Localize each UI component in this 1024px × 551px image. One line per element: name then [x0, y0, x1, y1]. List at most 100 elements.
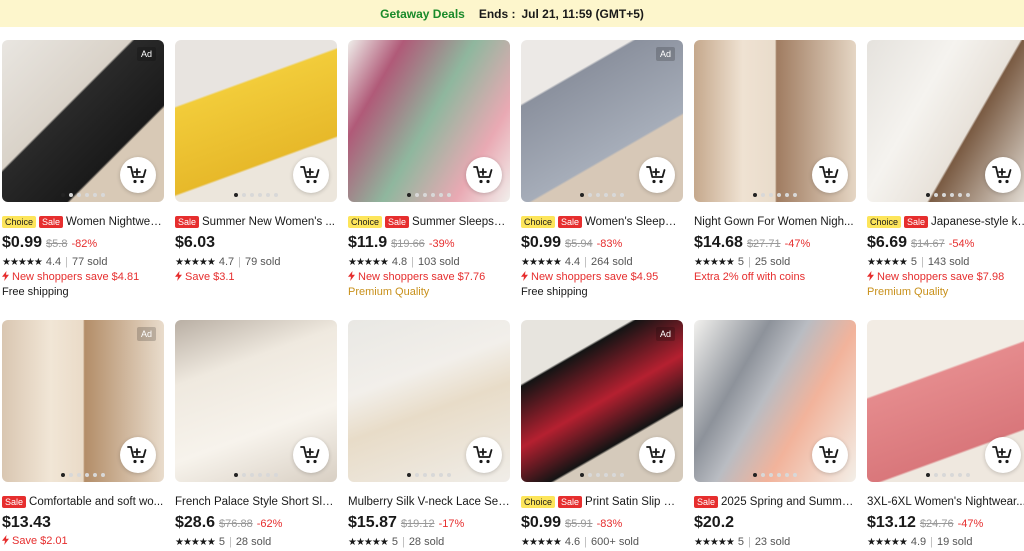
- product-card[interactable]: Ad Choice Sale Women Nightwear... $0.99 $5.8-…: [2, 40, 164, 298]
- star-icon: ★★★★★: [867, 536, 908, 548]
- product-price: $15.87: [348, 514, 397, 531]
- promo-label: Save $2.01: [12, 535, 68, 547]
- product-title[interactable]: Japanese-style ki...: [931, 214, 1024, 230]
- promo-text: New shoppers save $4.95: [521, 271, 683, 283]
- product-image[interactable]: [867, 40, 1024, 202]
- product-image[interactable]: [694, 320, 856, 482]
- discount-percent: -83%: [596, 238, 623, 250]
- product-title-row[interactable]: Choice Sale Japanese-style ki...: [867, 214, 1024, 230]
- promo-label: Extra 2% off with coins: [694, 271, 806, 283]
- add-to-cart-icon[interactable]: [120, 157, 156, 193]
- product-title-row[interactable]: Sale Comfortable and soft wo...: [2, 494, 164, 510]
- rating-value: 4.4: [564, 256, 581, 268]
- product-card[interactable]: Ad Choice Sale Print Satin Slip Nig... $0.99…: [521, 320, 683, 548]
- product-title[interactable]: 2025 Spring and Summe...: [721, 494, 856, 510]
- promo-banner[interactable]: Getaway Deals Ends : Jul 21, 11:59 (GMT+…: [0, 0, 1024, 27]
- product-price: $6.03: [175, 234, 216, 251]
- price-row: $14.68 $27.71 -47%: [694, 234, 856, 252]
- product-price: $0.99: [521, 234, 562, 251]
- product-title-row[interactable]: Sale 2025 Spring and Summe...: [694, 494, 856, 510]
- product-title-row[interactable]: Choice Sale Summer Sleepshir...: [348, 214, 510, 230]
- sold-count: 143 sold: [927, 256, 970, 268]
- original-price: $76.88: [219, 518, 253, 530]
- product-image[interactable]: Ad: [2, 320, 164, 482]
- product-title[interactable]: Night Gown For Women Nigh...: [694, 214, 854, 230]
- product-title-row[interactable]: Mulberry Silk V-neck Lace Sex...: [348, 494, 510, 510]
- promo-label: New shoppers save $7.98: [877, 271, 1005, 283]
- product-image[interactable]: [867, 320, 1024, 482]
- price-row: $13.43: [2, 514, 164, 532]
- product-image[interactable]: [175, 320, 337, 482]
- product-image[interactable]: Ad: [521, 40, 683, 202]
- separator: |: [228, 536, 232, 548]
- separator: |: [584, 536, 587, 548]
- product-image[interactable]: [694, 40, 856, 202]
- product-image[interactable]: [175, 40, 337, 202]
- price-row: $6.03: [175, 234, 337, 252]
- add-to-cart-icon[interactable]: [293, 437, 329, 473]
- separator: |: [401, 536, 405, 548]
- add-to-cart-icon[interactable]: [466, 437, 502, 473]
- add-to-cart-icon[interactable]: [639, 437, 675, 473]
- product-image[interactable]: Ad: [2, 40, 164, 202]
- add-to-cart-icon[interactable]: [120, 437, 156, 473]
- sale-badge: Sale: [694, 496, 719, 508]
- product-title[interactable]: Comfortable and soft wo...: [29, 494, 163, 510]
- rating-value: 5: [218, 536, 225, 548]
- sale-badge: Sale: [39, 216, 64, 228]
- rating-row: ★★★★★ 5 | 28 sold: [175, 536, 337, 548]
- product-title[interactable]: Mulberry Silk V-neck Lace Sex...: [348, 494, 510, 510]
- product-image[interactable]: Ad: [521, 320, 683, 482]
- product-title[interactable]: 3XL-6XL Women's Nightwear...: [867, 494, 1024, 510]
- product-price: $14.68: [694, 234, 743, 251]
- lightning-icon: [175, 271, 185, 283]
- product-title[interactable]: Women's Sleepwe...: [585, 214, 683, 230]
- product-title-row[interactable]: Choice Sale Women's Sleepwe...: [521, 214, 683, 230]
- product-card[interactable]: Mulberry Silk V-neck Lace Sex... $15.87 $1…: [348, 320, 510, 548]
- sold-count: 19 sold: [936, 536, 973, 548]
- sold-count: 103 sold: [417, 256, 460, 268]
- image-carousel-dots: [694, 473, 856, 477]
- product-card[interactable]: Choice Sale Summer Sleepshir... $11.9 $19.66…: [348, 40, 510, 298]
- product-price: $13.43: [2, 514, 51, 531]
- discount-percent: -47%: [957, 518, 984, 530]
- product-title-row[interactable]: Choice Sale Print Satin Slip Nig...: [521, 494, 683, 510]
- secondary-promo: Free shipping: [521, 286, 588, 298]
- product-image[interactable]: [348, 40, 510, 202]
- product-card[interactable]: Sale 2025 Spring and Summe... $20.2 ★★★★★ 5 |…: [694, 320, 856, 548]
- product-card[interactable]: Ad Sale Comfortable and soft wo... $13.43 Sa…: [2, 320, 164, 547]
- product-card[interactable]: Night Gown For Women Nigh... $14.68 $27.71…: [694, 40, 856, 283]
- add-to-cart-icon[interactable]: [985, 437, 1021, 473]
- product-title[interactable]: Print Satin Slip Nig...: [585, 494, 683, 510]
- product-card[interactable]: French Palace Style Short Sle... $28.6 $76…: [175, 320, 337, 548]
- product-title[interactable]: Summer New Women's ...: [202, 214, 335, 230]
- product-card[interactable]: 3XL-6XL Women's Nightwear... $13.12 $24.76…: [867, 320, 1024, 548]
- star-icon: ★★★★★: [694, 536, 735, 548]
- product-title-row[interactable]: Night Gown For Women Nigh...: [694, 214, 856, 230]
- product-title[interactable]: Summer Sleepshir...: [412, 214, 510, 230]
- product-title[interactable]: Women Nightwear...: [66, 214, 164, 230]
- add-to-cart-icon[interactable]: [466, 157, 502, 193]
- product-card[interactable]: Ad Choice Sale Women's Sleepwe... $0.99 $5.94…: [521, 40, 683, 298]
- separator: |: [584, 256, 587, 268]
- product-card[interactable]: Sale Summer New Women's ... $6.03 ★★★★★ 4.7 |…: [175, 40, 337, 283]
- promo-label: Save $3.1: [185, 271, 235, 283]
- add-to-cart-icon[interactable]: [293, 157, 329, 193]
- product-title-row[interactable]: French Palace Style Short Sle...: [175, 494, 337, 510]
- product-title-row[interactable]: 3XL-6XL Women's Nightwear...: [867, 494, 1024, 510]
- price-row: $0.99 $5.8 -82%: [2, 234, 164, 252]
- product-title-row[interactable]: Choice Sale Women Nightwear...: [2, 214, 164, 230]
- product-price: $6.69: [867, 234, 908, 251]
- add-to-cart-icon[interactable]: [812, 437, 848, 473]
- product-price: $0.99: [2, 234, 43, 251]
- add-to-cart-icon[interactable]: [985, 157, 1021, 193]
- product-image[interactable]: [348, 320, 510, 482]
- product-title[interactable]: French Palace Style Short Sle...: [175, 494, 337, 510]
- star-icon: ★★★★★: [521, 256, 562, 268]
- product-card[interactable]: Choice Sale Japanese-style ki... $6.69 $14.6…: [867, 40, 1024, 298]
- original-price: $14.67: [911, 238, 945, 250]
- promo-text: New shoppers save $4.81: [2, 271, 164, 283]
- add-to-cart-icon[interactable]: [812, 157, 848, 193]
- add-to-cart-icon[interactable]: [639, 157, 675, 193]
- product-title-row[interactable]: Sale Summer New Women's ...: [175, 214, 337, 230]
